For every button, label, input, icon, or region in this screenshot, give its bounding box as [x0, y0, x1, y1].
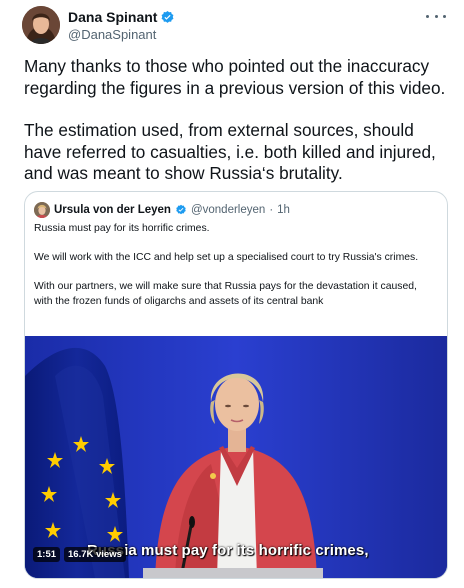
video-meta: 1:51 16.7K views [33, 547, 126, 562]
tweet-paragraph-1: Many thanks to those who pointed out the… [24, 56, 446, 98]
quoted-paragraph-2: We will work with the ICC and help set u… [34, 252, 419, 264]
author-name[interactable]: Dana Spinant [68, 9, 157, 26]
quoted-paragraph-1: Russia must pay for its horrific crimes. [34, 223, 210, 234]
quoted-paragraph-3: With our partners, we will make sure tha… [34, 281, 417, 307]
quoted-author-handle[interactable]: @vonderleyen [191, 204, 265, 216]
verified-badge-icon [176, 204, 186, 215]
verified-badge-icon [162, 10, 174, 23]
tweet-text: Many thanks to those who pointed out the… [24, 56, 452, 185]
video-player[interactable]: Russia must pay for its horrific crimes,… [25, 336, 447, 578]
quoted-author-name[interactable]: Ursula von der Leyen [54, 204, 171, 216]
author-avatar[interactable] [22, 6, 60, 44]
video-duration: 1:51 [33, 547, 61, 562]
quoted-tweet-text: Russia must pay for its horrific crimes.… [34, 222, 434, 310]
quoted-tweet-header: Ursula von der Leyen @vonderleyen · 1h [34, 202, 290, 218]
tweet-card: Dana Spinant @DanaSpinant Many thanks to… [0, 0, 464, 588]
more-options-icon[interactable] [426, 8, 446, 24]
author-block: Dana Spinant @DanaSpinant [68, 9, 175, 43]
quoted-author-avatar[interactable] [34, 202, 50, 218]
video-views: 16.7K views [64, 547, 126, 562]
tweet-paragraph-2: The estimation used, from external sourc… [24, 120, 436, 183]
video-subtitle: Russia must pay for its horrific crimes, [87, 542, 369, 559]
author-handle[interactable]: @DanaSpinant [68, 27, 175, 43]
quoted-tweet[interactable]: Ursula von der Leyen @vonderleyen · 1h R… [24, 191, 448, 579]
separator-dot: · [269, 204, 274, 216]
quoted-timestamp[interactable]: 1h [277, 204, 290, 216]
